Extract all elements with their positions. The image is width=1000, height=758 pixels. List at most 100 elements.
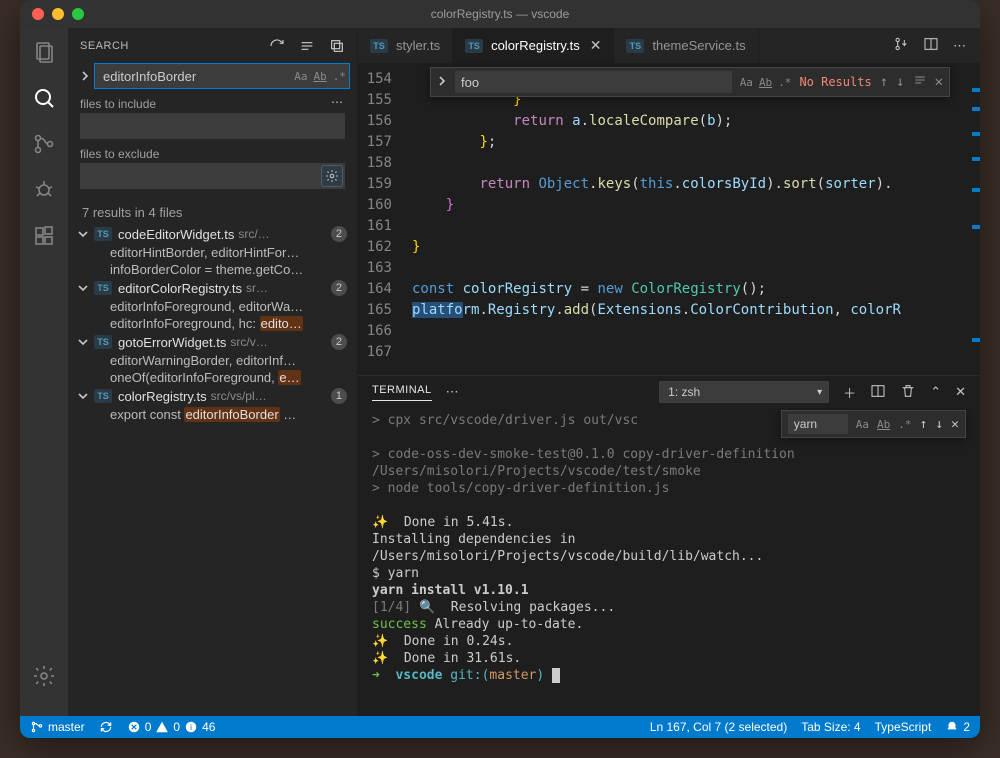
search-sidebar: SEARCH Aa Ab: [68, 28, 358, 716]
tab-label: colorRegistry.ts: [491, 38, 580, 53]
result-file-path: sr…: [246, 281, 327, 295]
split-terminal-icon[interactable]: [870, 383, 886, 402]
activity-search-icon[interactable]: [30, 84, 58, 112]
find-whole-word-icon[interactable]: Ab: [759, 76, 772, 89]
result-file-row[interactable]: TScodeEditorWidget.ts src/…2: [68, 224, 357, 244]
window-maximize-button[interactable]: [72, 8, 84, 20]
files-exclude-input[interactable]: [80, 163, 345, 189]
result-file-path: src/vs/pl…: [211, 389, 327, 403]
window-minimize-button[interactable]: [52, 8, 64, 20]
status-problems[interactable]: 0 0 i 46: [127, 720, 216, 734]
editor-tab[interactable]: TSstyler.ts: [358, 28, 453, 63]
find-status: No Results: [799, 75, 871, 89]
search-expand-toggle[interactable]: [80, 71, 90, 81]
use-exclude-settings-icon[interactable]: [321, 165, 343, 187]
status-selection[interactable]: Ln 167, Col 7 (2 selected): [650, 720, 787, 734]
terminal-find-regex-icon[interactable]: .*: [898, 416, 911, 433]
ts-file-icon: TS: [626, 39, 644, 53]
editor-find-widget: Aa Ab .* No Results ↑ ↓ ✕: [430, 67, 950, 97]
terminal-find-case-icon[interactable]: Aa: [856, 416, 869, 433]
result-file-row[interactable]: TScolorRegistry.ts src/vs/pl…1: [68, 386, 357, 406]
panel-maximize-icon[interactable]: ⌃: [930, 384, 941, 400]
status-info-count: 46: [202, 720, 215, 734]
terminal-find-close-icon[interactable]: ✕: [951, 416, 959, 433]
editor-tab[interactable]: TScolorRegistry.ts✕: [453, 28, 614, 63]
result-file-name: editorColorRegistry.ts: [118, 281, 242, 296]
activity-debug-icon[interactable]: [30, 176, 58, 204]
status-notifications-count: 2: [963, 720, 970, 734]
compare-changes-icon[interactable]: [893, 36, 909, 55]
kill-terminal-icon[interactable]: [900, 383, 916, 402]
clear-results-icon[interactable]: [299, 38, 315, 54]
result-match-row[interactable]: editorWarningBorder, editorInf…: [68, 352, 357, 369]
result-match-row[interactable]: oneOf(editorInfoForeground, e…: [68, 369, 357, 386]
activity-bar: [20, 28, 68, 716]
regex-icon[interactable]: .*: [333, 70, 346, 83]
status-warnings-count: 0: [173, 720, 180, 734]
find-close-icon[interactable]: ✕: [935, 74, 943, 90]
result-file-row[interactable]: TSgotoErrorWidget.ts src/v…2: [68, 332, 357, 352]
find-regex-icon[interactable]: .*: [778, 76, 791, 89]
result-count-badge: 2: [331, 334, 347, 350]
result-match-row[interactable]: editorHintBorder, editorHintFor…: [68, 244, 357, 261]
status-sync[interactable]: [99, 720, 113, 734]
terminal-find-input[interactable]: [788, 414, 848, 434]
window-close-button[interactable]: [32, 8, 44, 20]
chevron-down-icon: [78, 281, 90, 296]
result-file-name: codeEditorWidget.ts: [118, 227, 234, 242]
match-whole-word-icon[interactable]: Ab: [314, 70, 327, 83]
search-more-icon[interactable]: ⋯: [331, 95, 345, 109]
activity-scm-icon[interactable]: [30, 130, 58, 158]
find-expand-icon[interactable]: [437, 74, 447, 90]
find-next-icon[interactable]: ↓: [896, 74, 904, 90]
ts-file-icon: TS: [94, 227, 112, 241]
files-include-input[interactable]: [80, 113, 345, 139]
result-match-row[interactable]: export const editorInfoBorder …: [68, 406, 357, 423]
result-count-badge: 1: [331, 388, 347, 404]
find-prev-icon[interactable]: ↑: [880, 74, 888, 90]
minimap[interactable]: [970, 63, 980, 375]
new-terminal-icon[interactable]: ＋: [843, 383, 856, 402]
find-match-case-icon[interactable]: Aa: [740, 76, 753, 89]
split-editor-icon[interactable]: [923, 36, 939, 55]
status-branch[interactable]: master: [30, 720, 85, 734]
status-errors-count: 0: [145, 720, 152, 734]
find-selection-icon[interactable]: [913, 73, 927, 91]
result-match-row[interactable]: editorInfoForeground, editorWa…: [68, 298, 357, 315]
status-notifications[interactable]: 2: [945, 720, 970, 734]
status-tabsize[interactable]: Tab Size: 4: [801, 720, 860, 734]
find-input[interactable]: [455, 71, 732, 93]
status-language[interactable]: TypeScript: [875, 720, 932, 734]
line-gutter: 154 155 156 157 158 159 160 161 162 163 …: [358, 63, 400, 375]
files-include-label: files to include: [80, 97, 156, 111]
terminal-find-next-icon[interactable]: ↓: [935, 416, 943, 433]
terminal-find-prev-icon[interactable]: ↑: [920, 416, 928, 433]
code-content[interactable]: return cat1 - cat2; } return a.localeCom…: [400, 63, 980, 375]
activity-settings-icon[interactable]: [30, 662, 58, 690]
svg-text:i: i: [190, 723, 192, 732]
activity-extensions-icon[interactable]: [30, 222, 58, 250]
editor-tab[interactable]: TS themeService.ts: [614, 28, 758, 63]
panel-more-icon[interactable]: ⋯: [446, 384, 461, 400]
match-case-icon[interactable]: Aa: [294, 70, 307, 83]
collapse-all-icon[interactable]: [329, 38, 345, 54]
result-match-row[interactable]: infoBorderColor = theme.getCo…: [68, 261, 357, 278]
refresh-icon[interactable]: [269, 38, 285, 54]
terminal-find-word-icon[interactable]: Ab: [877, 416, 890, 433]
result-match-row[interactable]: editorInfoForeground, hc: edito…: [68, 315, 357, 332]
more-actions-icon[interactable]: ⋯: [953, 38, 968, 54]
terminal-selector[interactable]: 1: zsh: [659, 381, 829, 403]
tab-label: themeService.ts: [652, 38, 745, 53]
panel-close-icon[interactable]: ✕: [955, 384, 966, 400]
panel-tab-terminal[interactable]: TERMINAL: [372, 384, 432, 401]
ts-file-icon: TS: [370, 39, 388, 53]
tab-close-icon[interactable]: ✕: [590, 37, 602, 54]
status-branch-label: master: [48, 720, 85, 734]
activity-explorer-icon[interactable]: [30, 38, 58, 66]
terminal-content[interactable]: Aa Ab .* ↑ ↓ ✕ > cpx src/vscode/driver.j…: [358, 408, 980, 716]
titlebar: colorRegistry.ts — vscode: [20, 0, 980, 28]
editor[interactable]: 154 155 156 157 158 159 160 161 162 163 …: [358, 63, 980, 375]
terminal-find-widget: Aa Ab .* ↑ ↓ ✕: [781, 410, 966, 438]
result-file-path: src/…: [238, 227, 327, 241]
result-file-row[interactable]: TSeditorColorRegistry.ts sr…2: [68, 278, 357, 298]
